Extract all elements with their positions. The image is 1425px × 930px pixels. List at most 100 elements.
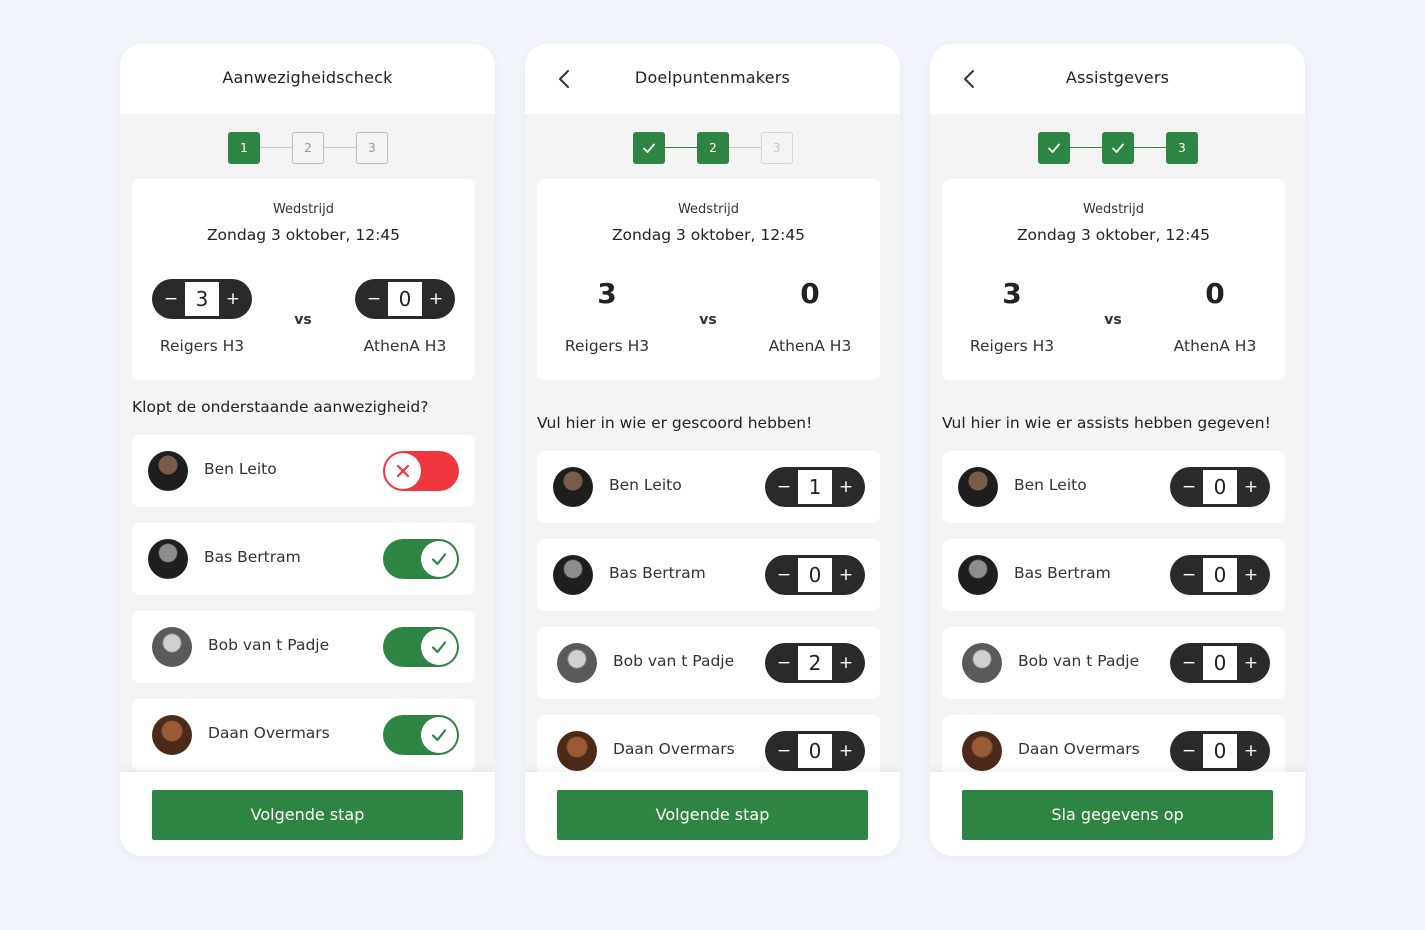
assist-count[interactable]: 0 <box>1203 558 1237 592</box>
increment-button[interactable]: + <box>1234 555 1268 595</box>
player-name: Bas Bertram <box>204 548 301 566</box>
home-score-value[interactable]: 3 <box>185 282 219 316</box>
vs-label: vs <box>294 312 312 328</box>
decrement-button[interactable]: − <box>1172 555 1206 595</box>
increment-button[interactable]: + <box>1234 467 1268 507</box>
attendance-toggle[interactable] <box>383 627 459 667</box>
footer-bar: Sla gegevens op <box>930 772 1305 856</box>
save-button[interactable]: Sla gegevens op <box>962 790 1273 840</box>
increment-button[interactable]: + <box>419 279 453 319</box>
screen-scorers: Doelpuntenmakers 2 3 Wedstrijd Zondag 3 … <box>525 44 900 856</box>
home-score-stepper: − 3 + <box>152 279 252 319</box>
attendance-toggle[interactable] <box>383 451 459 491</box>
step-2: 2 <box>697 132 729 164</box>
step-2: 2 <box>292 132 324 164</box>
decrement-button[interactable]: − <box>1172 467 1206 507</box>
assist-count[interactable]: 0 <box>1203 470 1237 504</box>
player-name: Daan Overmars <box>208 724 330 742</box>
player-row: Bob van t Padje − 0 + <box>942 627 1285 699</box>
attendance-toggle[interactable] <box>383 715 459 755</box>
progress-stepper: 2 3 <box>633 132 793 164</box>
player-row: Bas Bertram − 0 + <box>537 539 880 611</box>
player-row: Ben Leito <box>132 435 475 507</box>
step-2 <box>1102 132 1134 164</box>
player-name: Ben Leito <box>204 460 277 478</box>
goal-stepper: − 0 + <box>765 731 865 771</box>
decrement-button[interactable]: − <box>767 643 801 683</box>
decrement-button[interactable]: − <box>1172 731 1206 771</box>
away-team-name: AthenA H3 <box>363 337 447 355</box>
assist-count[interactable]: 0 <box>1203 646 1237 680</box>
avatar <box>152 715 192 755</box>
toggle-knob <box>385 453 421 489</box>
assist-stepper: − 0 + <box>1170 555 1270 595</box>
player-row: Ben Leito − 0 + <box>942 451 1285 523</box>
goal-count[interactable]: 1 <box>798 470 832 504</box>
match-date: Zondag 3 oktober, 12:45 <box>1016 226 1211 244</box>
decrement-button[interactable]: − <box>154 279 188 319</box>
progress-stepper: 1 2 3 <box>228 132 388 164</box>
step-connector <box>1070 147 1102 148</box>
player-row: Daan Overmars <box>132 699 475 771</box>
home-team-name: Reigers H3 <box>564 337 650 355</box>
increment-button[interactable]: + <box>1234 643 1268 683</box>
step-1 <box>1038 132 1070 164</box>
match-date: Zondag 3 oktober, 12:45 <box>611 226 806 244</box>
avatar <box>553 467 593 507</box>
check-icon <box>643 143 655 153</box>
attendance-toggle[interactable] <box>383 539 459 579</box>
player-name: Ben Leito <box>1014 476 1087 494</box>
toggle-knob <box>421 541 457 577</box>
match-card: Wedstrijd Zondag 3 oktober, 12:45 3 0 vs… <box>537 179 880 380</box>
increment-button[interactable]: + <box>1234 731 1268 771</box>
away-score-value[interactable]: 0 <box>388 282 422 316</box>
decrement-button[interactable]: − <box>767 731 801 771</box>
check-icon <box>431 729 447 742</box>
step-1 <box>633 132 665 164</box>
next-step-button[interactable]: Volgende stap <box>152 790 463 840</box>
avatar <box>958 467 998 507</box>
goal-count[interactable]: 0 <box>798 734 832 768</box>
assist-stepper: − 0 + <box>1170 731 1270 771</box>
header: Assistgevers <box>930 44 1305 114</box>
away-team-name: AthenA H3 <box>1173 337 1257 355</box>
player-row: Bas Bertram <box>132 523 475 595</box>
assist-count[interactable]: 0 <box>1203 734 1237 768</box>
increment-button[interactable]: + <box>216 279 250 319</box>
away-score-stepper: − 0 + <box>355 279 455 319</box>
progress-stepper: 3 <box>1038 132 1198 164</box>
step-connector <box>324 147 356 148</box>
next-step-button[interactable]: Volgende stap <box>557 790 868 840</box>
toggle-knob <box>421 629 457 665</box>
home-score: 3 <box>597 277 617 310</box>
vs-label: vs <box>699 312 717 328</box>
footer-bar: Volgende stap <box>120 772 495 856</box>
player-name: Bob van t Padje <box>613 652 735 670</box>
check-icon <box>1112 143 1124 153</box>
step-connector <box>665 147 697 148</box>
increment-button[interactable]: + <box>829 467 863 507</box>
match-card: Wedstrijd Zondag 3 oktober, 12:45 3 0 vs… <box>942 179 1285 380</box>
goal-count[interactable]: 2 <box>798 646 832 680</box>
increment-button[interactable]: + <box>829 643 863 683</box>
player-row: Bob van t Padje − 2 + <box>537 627 880 699</box>
page-title: Aanwezigheidscheck <box>222 68 393 87</box>
home-score: 3 <box>1002 277 1022 310</box>
decrement-button[interactable]: − <box>767 467 801 507</box>
match-card: Wedstrijd Zondag 3 oktober, 12:45 − 3 + … <box>132 179 475 380</box>
player-name: Bob van t Padje <box>208 636 330 654</box>
assist-stepper: − 0 + <box>1170 643 1270 683</box>
screen-attendance: Aanwezigheidscheck 1 2 3 Wedstrijd Zonda… <box>120 44 495 856</box>
decrement-button[interactable]: − <box>767 555 801 595</box>
assist-stepper: − 0 + <box>1170 467 1270 507</box>
decrement-button[interactable]: − <box>1172 643 1206 683</box>
avatar <box>962 731 1002 771</box>
goal-count[interactable]: 0 <box>798 558 832 592</box>
away-score: 0 <box>1205 277 1225 310</box>
increment-button[interactable]: + <box>829 731 863 771</box>
header: Aanwezigheidscheck <box>120 44 495 114</box>
decrement-button[interactable]: − <box>357 279 391 319</box>
goal-stepper: − 0 + <box>765 555 865 595</box>
page-title: Assistgevers <box>1065 68 1170 87</box>
increment-button[interactable]: + <box>829 555 863 595</box>
